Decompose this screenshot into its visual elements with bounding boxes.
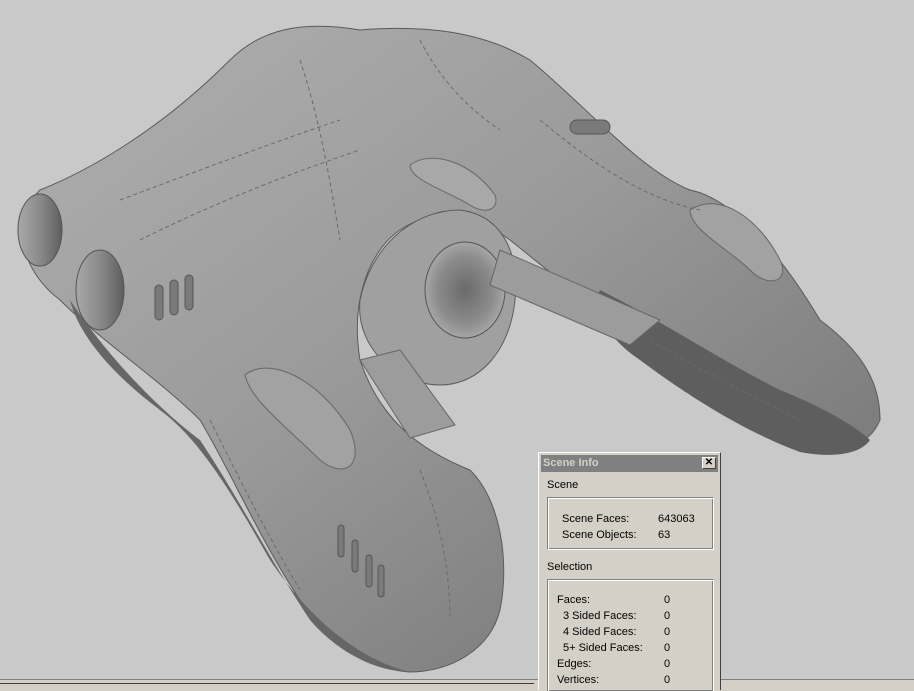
selection-groupbox: Faces: 0 3 Sided Faces: 0 4 Sided Faces:… bbox=[547, 579, 714, 691]
scene-objects-label: Scene Objects: bbox=[562, 529, 637, 541]
selection-faces-value: 0 bbox=[664, 594, 671, 606]
scene-faces-label: Scene Faces: bbox=[562, 513, 630, 525]
edges-label: Edges: bbox=[557, 658, 592, 670]
three-sided-value: 0 bbox=[664, 610, 671, 622]
edges-value: 0 bbox=[664, 658, 671, 670]
scene-groupbox: Scene Faces: 643063 Scene Objects: 63 bbox=[547, 497, 714, 550]
five-plus-sided-value: 0 bbox=[664, 642, 671, 654]
left-intake-1 bbox=[17, 193, 63, 267]
close-button[interactable]: ✕ bbox=[702, 457, 716, 469]
scene-objects-value: 63 bbox=[658, 529, 671, 541]
left-intake-2 bbox=[75, 249, 125, 331]
four-sided-value: 0 bbox=[664, 626, 671, 638]
dialog-titlebar[interactable]: Scene Info ✕ bbox=[541, 455, 718, 472]
selection-section-label: Selection bbox=[547, 561, 593, 573]
vertices-value: 0 bbox=[664, 674, 671, 686]
bottom-bar-line bbox=[0, 683, 534, 684]
bottom-status-bar bbox=[0, 679, 914, 691]
dialog-title: Scene Info bbox=[543, 457, 599, 469]
five-plus-sided-label: 5+ Sided Faces: bbox=[563, 642, 643, 654]
four-sided-label: 4 Sided Faces: bbox=[563, 626, 637, 638]
spaceship-model bbox=[17, 25, 881, 673]
scene-section-label: Scene bbox=[547, 479, 579, 491]
scene-info-dialog: Scene Info ✕ Scene Scene Faces: 643063 S… bbox=[538, 452, 721, 691]
cockpit-inner bbox=[424, 241, 506, 339]
close-icon: ✕ bbox=[704, 457, 714, 468]
three-sided-label: 3 Sided Faces: bbox=[563, 610, 637, 622]
selection-faces-label: Faces: bbox=[557, 594, 591, 606]
vertices-label: Vertices: bbox=[557, 674, 600, 686]
scene-faces-value: 643063 bbox=[658, 513, 695, 525]
3d-viewport[interactable] bbox=[0, 0, 914, 690]
